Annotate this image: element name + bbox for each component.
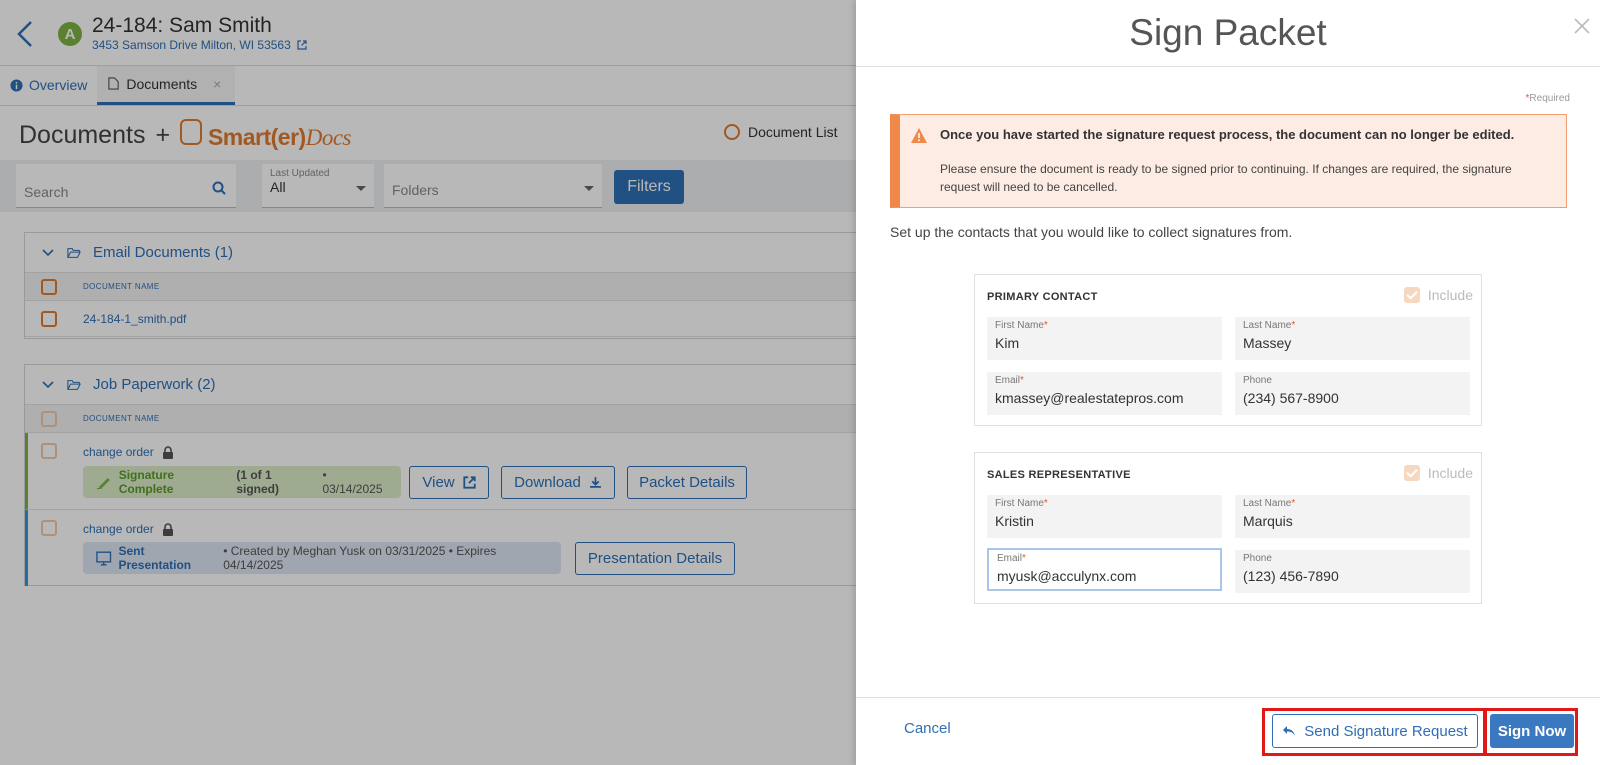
modal-backdrop[interactable]	[0, 0, 860, 765]
include-label: Include	[1427, 287, 1473, 303]
email-label: Email	[997, 553, 1023, 564]
email-field[interactable]: Email* kmassey@realestatepros.com	[987, 372, 1222, 415]
phone-value: (234) 567-8900	[1243, 390, 1339, 406]
contact-heading: SALES REPRESENTATIVE	[987, 469, 1131, 481]
drawer-footer: Cancel Send Signature Request Sign Now	[856, 697, 1600, 765]
send-signature-request-label: Send Signature Request	[1304, 722, 1468, 740]
drawer-header: Sign Packet	[856, 0, 1600, 67]
include-checkbox[interactable]: Include	[1403, 287, 1473, 303]
first-name-label: First Name	[995, 498, 1044, 509]
email-value: kmassey@realestatepros.com	[995, 390, 1184, 406]
reply-arrow-icon	[1283, 726, 1296, 736]
phone-field[interactable]: Phone (234) 567-8900	[1235, 372, 1470, 415]
first-name-value: Kim	[995, 335, 1020, 351]
warning-banner: Once you have started the signature requ…	[890, 114, 1567, 208]
last-name-field[interactable]: Last Name* Marquis	[1235, 495, 1470, 538]
email-value: myusk@acculynx.com	[997, 568, 1137, 584]
required-label: Required	[1529, 93, 1570, 104]
phone-field[interactable]: Phone (123) 456-7890	[1235, 550, 1470, 593]
phone-label: Phone	[1243, 375, 1272, 386]
contact-card-primary: PRIMARY CONTACT Include First Name* Kim …	[974, 274, 1482, 426]
cancel-button[interactable]: Cancel	[904, 720, 951, 737]
required-star: *	[1022, 553, 1026, 564]
last-name-label: Last Name	[1243, 498, 1292, 509]
contact-heading: PRIMARY CONTACT	[987, 291, 1098, 303]
required-star: *	[1291, 320, 1296, 331]
warning-title: Once you have started the signature requ…	[940, 127, 1515, 142]
close-icon[interactable]	[1572, 16, 1592, 36]
include-label: Include	[1427, 465, 1473, 481]
last-name-value: Marquis	[1243, 513, 1293, 529]
warning-icon	[911, 128, 927, 143]
checkbox-checked-icon	[1403, 287, 1420, 303]
required-star: *	[1020, 375, 1024, 386]
phone-label: Phone	[1243, 553, 1272, 564]
required-note: *Required	[1526, 93, 1571, 104]
first-name-field[interactable]: First Name* Kim	[987, 317, 1222, 360]
include-checkbox[interactable]: Include	[1403, 465, 1473, 481]
first-name-value: Kristin	[995, 513, 1034, 529]
email-field[interactable]: Email* myusk@acculynx.com	[987, 548, 1222, 591]
send-signature-request-button[interactable]: Send Signature Request	[1272, 714, 1478, 748]
warning-body: Please ensure the document is ready to b…	[940, 162, 1512, 194]
sign-packet-drawer: Sign Packet *Required Once you have star…	[856, 0, 1600, 765]
required-star: *	[1043, 498, 1048, 509]
phone-value: (123) 456-7890	[1243, 568, 1339, 584]
email-label: Email	[995, 375, 1021, 386]
required-star: *	[1291, 498, 1296, 509]
sign-now-button[interactable]: Sign Now	[1490, 714, 1574, 748]
contacts-intro: Set up the contacts that you would like …	[890, 224, 1293, 240]
first-name-field[interactable]: First Name* Kristin	[987, 495, 1222, 538]
required-star: *	[1043, 320, 1048, 331]
checkbox-checked-icon	[1403, 465, 1420, 481]
first-name-label: First Name	[995, 320, 1044, 331]
last-name-label: Last Name	[1243, 320, 1292, 331]
last-name-field[interactable]: Last Name* Massey	[1235, 317, 1470, 360]
drawer-title: Sign Packet	[1129, 12, 1327, 53]
contact-card-sales-rep: SALES REPRESENTATIVE Include First Name*…	[974, 452, 1482, 604]
last-name-value: Massey	[1243, 335, 1292, 351]
